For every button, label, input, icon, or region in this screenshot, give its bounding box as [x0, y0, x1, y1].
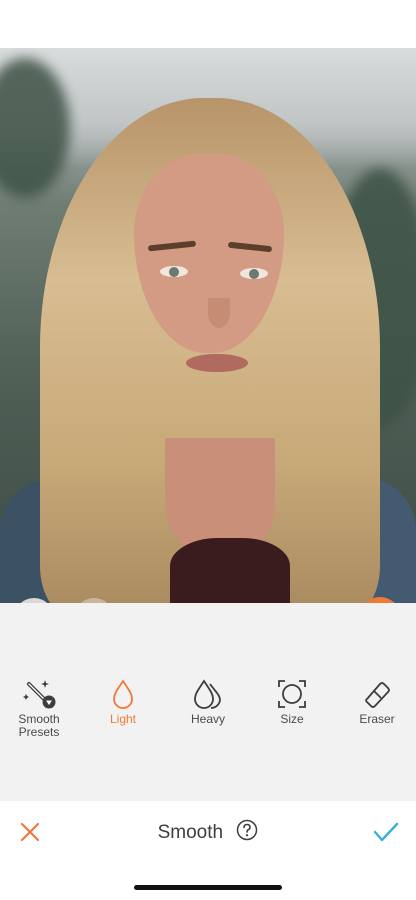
confirm-button[interactable]	[372, 820, 400, 844]
tools-toolbar: Smooth Presets Light Heavy Size Eraser	[0, 603, 416, 801]
tool-label: Light	[109, 712, 137, 726]
size-icon	[278, 680, 306, 708]
tool-light[interactable]: Light	[83, 677, 163, 726]
eraser-icon	[365, 682, 390, 708]
photo-eye	[240, 268, 268, 279]
tool-label: Smooth Presets	[18, 712, 60, 739]
help-button[interactable]	[236, 819, 258, 847]
tool-size[interactable]: Size	[252, 677, 332, 726]
screen-title: Smooth	[0, 819, 416, 847]
screen-title-text: Smooth	[157, 822, 224, 843]
photo-nose	[208, 298, 230, 328]
heavy-drops-icon	[194, 679, 221, 709]
home-indicator	[134, 885, 282, 890]
tool-label: Eraser	[359, 712, 395, 726]
photo-canvas[interactable]	[0, 48, 416, 603]
photo-lips	[186, 354, 248, 372]
smooth-presets-icon	[23, 680, 56, 709]
photo-shirt	[170, 538, 290, 603]
tool-eraser[interactable]: Eraser	[337, 677, 416, 726]
status-bar	[0, 0, 416, 48]
tool-label: Heavy	[190, 712, 225, 726]
tool-heavy[interactable]: Heavy	[168, 677, 248, 726]
bottom-action-bar: Smooth	[0, 801, 416, 900]
tool-smooth-presets[interactable]: Smooth Presets	[0, 677, 79, 739]
check-icon	[373, 822, 399, 842]
help-icon	[237, 819, 258, 841]
photo-eye	[160, 266, 188, 277]
tool-label: Size	[280, 712, 304, 726]
light-drop-icon	[113, 679, 133, 709]
